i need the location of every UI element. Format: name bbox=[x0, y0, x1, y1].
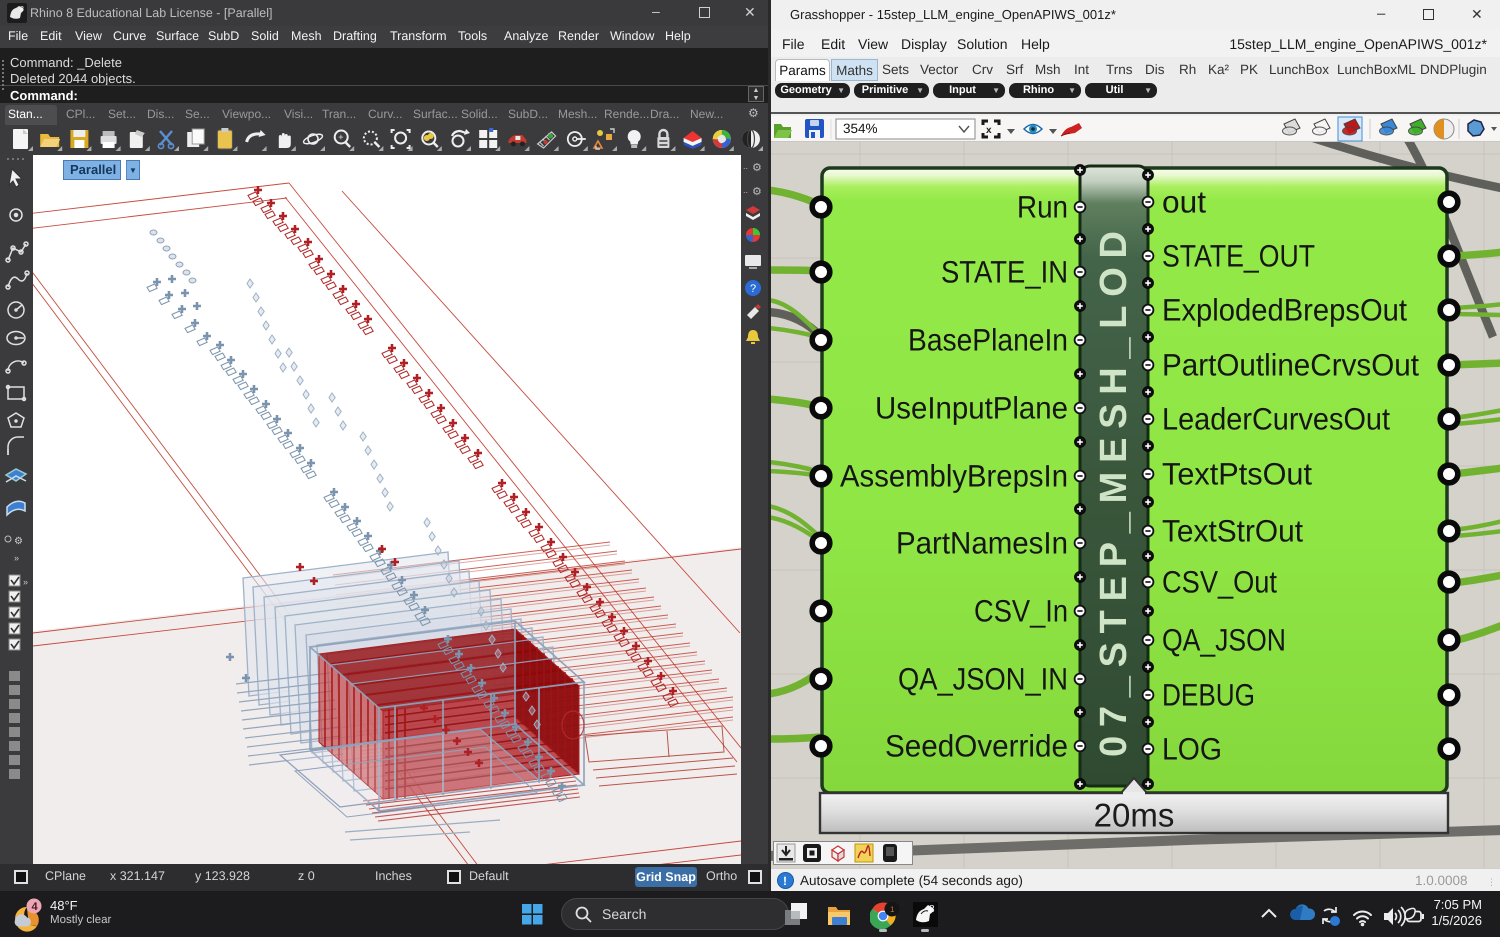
svg-text:⚙: ⚙ bbox=[752, 162, 762, 174]
svg-text:+: + bbox=[338, 132, 343, 142]
svg-text:TextStrOut: TextStrOut bbox=[1162, 514, 1303, 549]
svg-text:DEBUG: DEBUG bbox=[1162, 678, 1255, 713]
svg-text:x: x bbox=[986, 125, 992, 136]
svg-text:20ms: 20ms bbox=[1094, 797, 1175, 834]
svg-text:LeaderCurvesOut: LeaderCurvesOut bbox=[1162, 402, 1390, 437]
svg-text:QA_JSON: QA_JSON bbox=[1162, 623, 1286, 658]
svg-text:..: .. bbox=[743, 185, 748, 195]
svg-text:out: out bbox=[1162, 185, 1206, 220]
svg-text:..: .. bbox=[743, 161, 748, 171]
svg-text:»: » bbox=[14, 553, 19, 563]
svg-text:PartOutlineCrvsOut: PartOutlineCrvsOut bbox=[1162, 348, 1419, 383]
svg-text:UseInputPlane: UseInputPlane bbox=[875, 391, 1068, 426]
svg-text:»: » bbox=[23, 577, 28, 587]
svg-text:⚙: ⚙ bbox=[752, 186, 762, 198]
svg-text:STATE_IN: STATE_IN bbox=[941, 255, 1068, 290]
svg-text:354%: 354% bbox=[843, 121, 878, 136]
svg-text:SeedOverride: SeedOverride bbox=[885, 729, 1068, 764]
svg-text:LOG: LOG bbox=[1162, 732, 1222, 767]
svg-text:4: 4 bbox=[32, 901, 39, 913]
svg-text:!: ! bbox=[783, 874, 787, 888]
svg-text:TextPtsOut: TextPtsOut bbox=[1162, 457, 1312, 492]
svg-text:BasePlaneIn: BasePlaneIn bbox=[908, 323, 1068, 358]
svg-text:⚙: ⚙ bbox=[14, 536, 23, 547]
svg-text:07_STEP_MESH_LOD: 07_STEP_MESH_LOD bbox=[1093, 231, 1135, 757]
svg-text:Run: Run bbox=[1017, 190, 1068, 225]
svg-text:8: 8 bbox=[929, 904, 935, 915]
svg-text:AssemblyBrepsIn: AssemblyBrepsIn bbox=[840, 459, 1068, 494]
svg-text:ExplodedBrepsOut: ExplodedBrepsOut bbox=[1162, 293, 1407, 328]
svg-text:QA_JSON_IN: QA_JSON_IN bbox=[898, 662, 1068, 697]
svg-text:PartNamesIn: PartNamesIn bbox=[896, 526, 1068, 561]
svg-text:CSV_In: CSV_In bbox=[974, 594, 1068, 629]
svg-text:8: 8 bbox=[20, 6, 24, 13]
svg-text:1: 1 bbox=[890, 905, 895, 914]
svg-text:CSV_Out: CSV_Out bbox=[1162, 565, 1277, 600]
svg-text:?: ? bbox=[750, 283, 756, 295]
svg-text:STATE_OUT: STATE_OUT bbox=[1162, 239, 1315, 274]
